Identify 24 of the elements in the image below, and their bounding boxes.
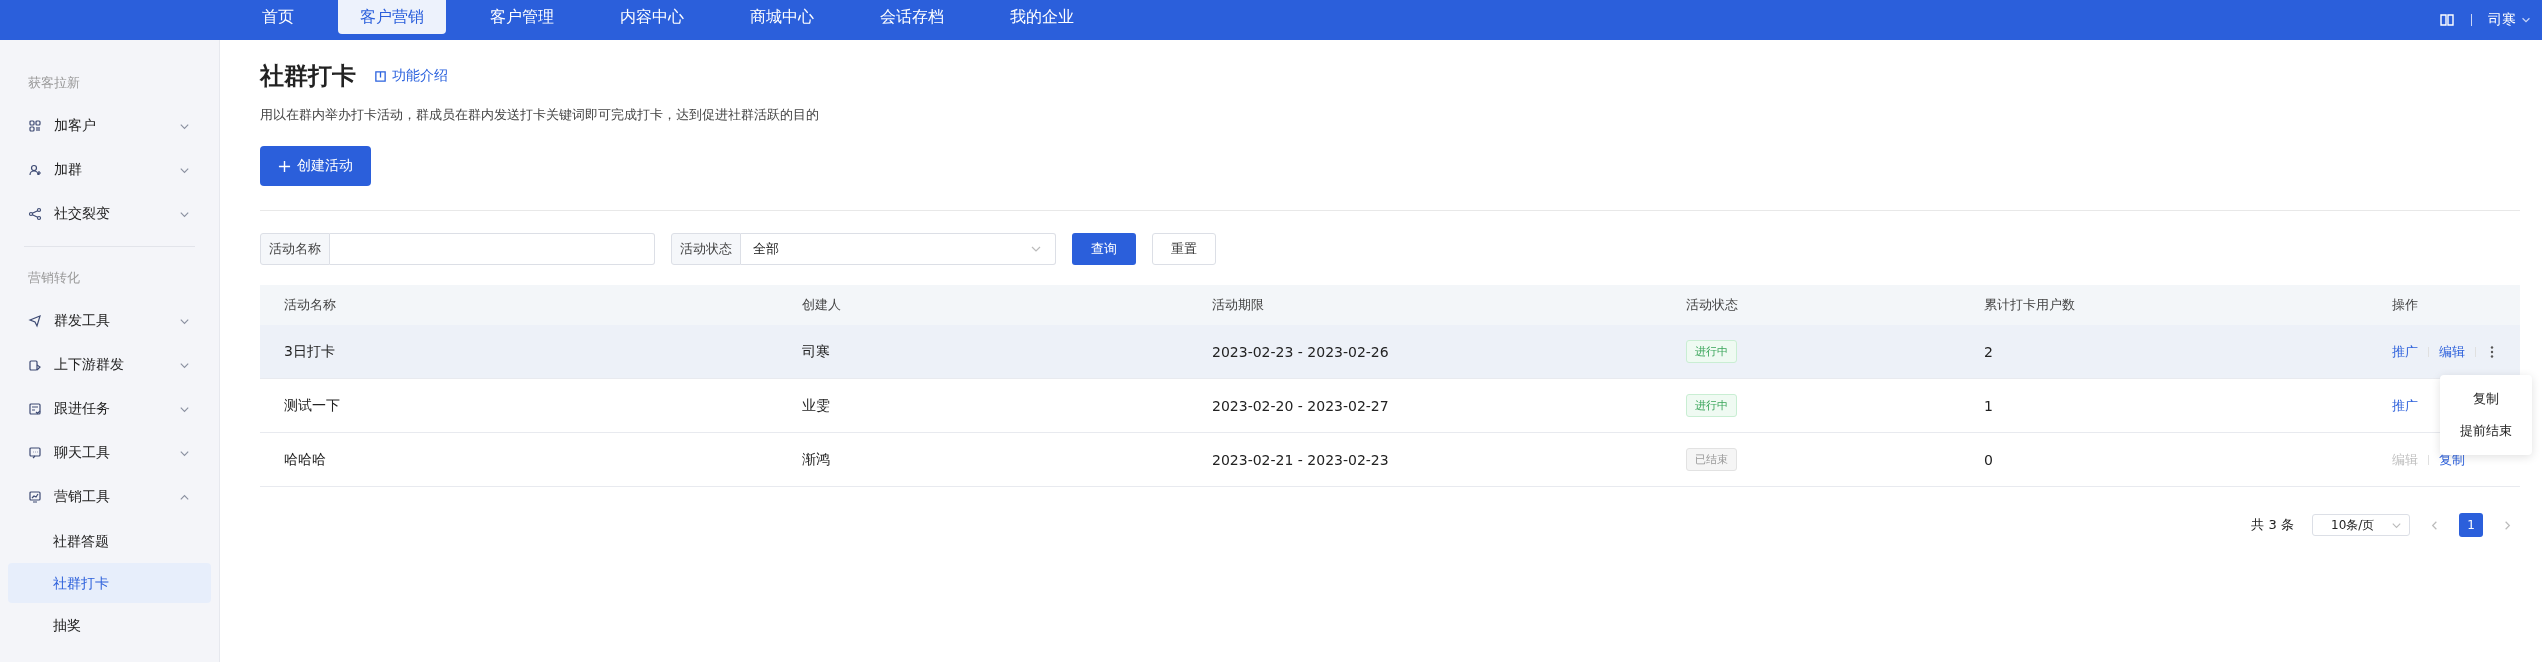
table-cell: 司寒 xyxy=(802,342,830,361)
section-title: 获客拉新 xyxy=(27,74,81,92)
column-header: 活动期限 xyxy=(1211,296,1265,314)
column-header: 创建人 xyxy=(801,296,842,314)
page-description: 用以在群内举办打卡活动，群成员在群内发送打卡关键词即可完成打卡，达到促进社群活跃的目的 xyxy=(260,106,820,124)
table-cell: 2023-02-20 - 2023-02-27 xyxy=(1212,397,1389,414)
section-title: 营销转化 xyxy=(27,269,81,287)
table-cell: 2 xyxy=(1984,343,1993,360)
table-cell: 2023-02-23 - 2023-02-26 xyxy=(1212,343,1389,360)
status-tag: 进行中 xyxy=(1686,340,1737,363)
field-label: 活动状态 xyxy=(671,233,741,265)
page-title: 社群打卡 xyxy=(260,61,356,92)
status-tag: 进行中 xyxy=(1686,394,1737,417)
field-label: 活动名称 xyxy=(260,233,330,265)
table-cell: 业雯 xyxy=(802,396,830,415)
column-header: 累计打卡用户数 xyxy=(1983,296,2076,314)
total-count: 共 3 条 xyxy=(2251,516,2294,534)
column-header: 活动状态 xyxy=(1685,296,1739,314)
table-cell: 测试一下 xyxy=(284,396,340,415)
status-tag: 已结束 xyxy=(1686,448,1737,471)
table-cell: 3日打卡 xyxy=(284,342,335,361)
column-header: 活动名称 xyxy=(283,296,337,314)
table-cell: 1 xyxy=(1984,397,1993,414)
column-header: 操作 xyxy=(2391,296,2419,314)
